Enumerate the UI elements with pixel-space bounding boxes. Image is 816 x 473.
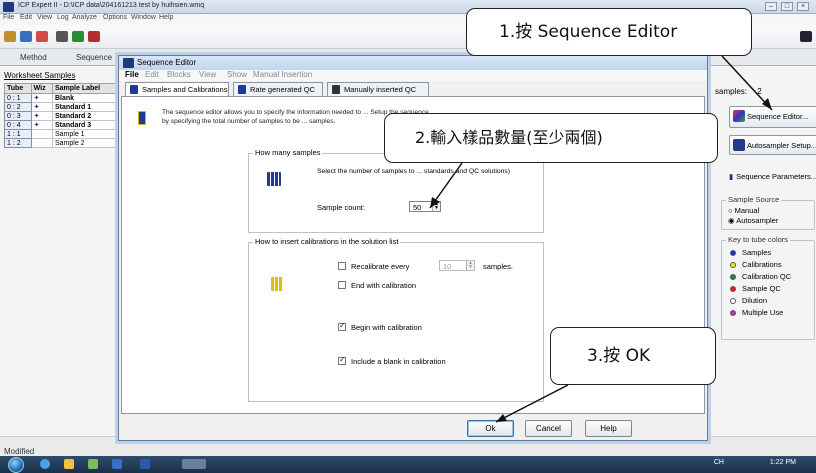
arrow-step-3: [495, 384, 569, 423]
callout-arrows: [429, 55, 773, 423]
arrow-step-2-head: [430, 197, 440, 208]
